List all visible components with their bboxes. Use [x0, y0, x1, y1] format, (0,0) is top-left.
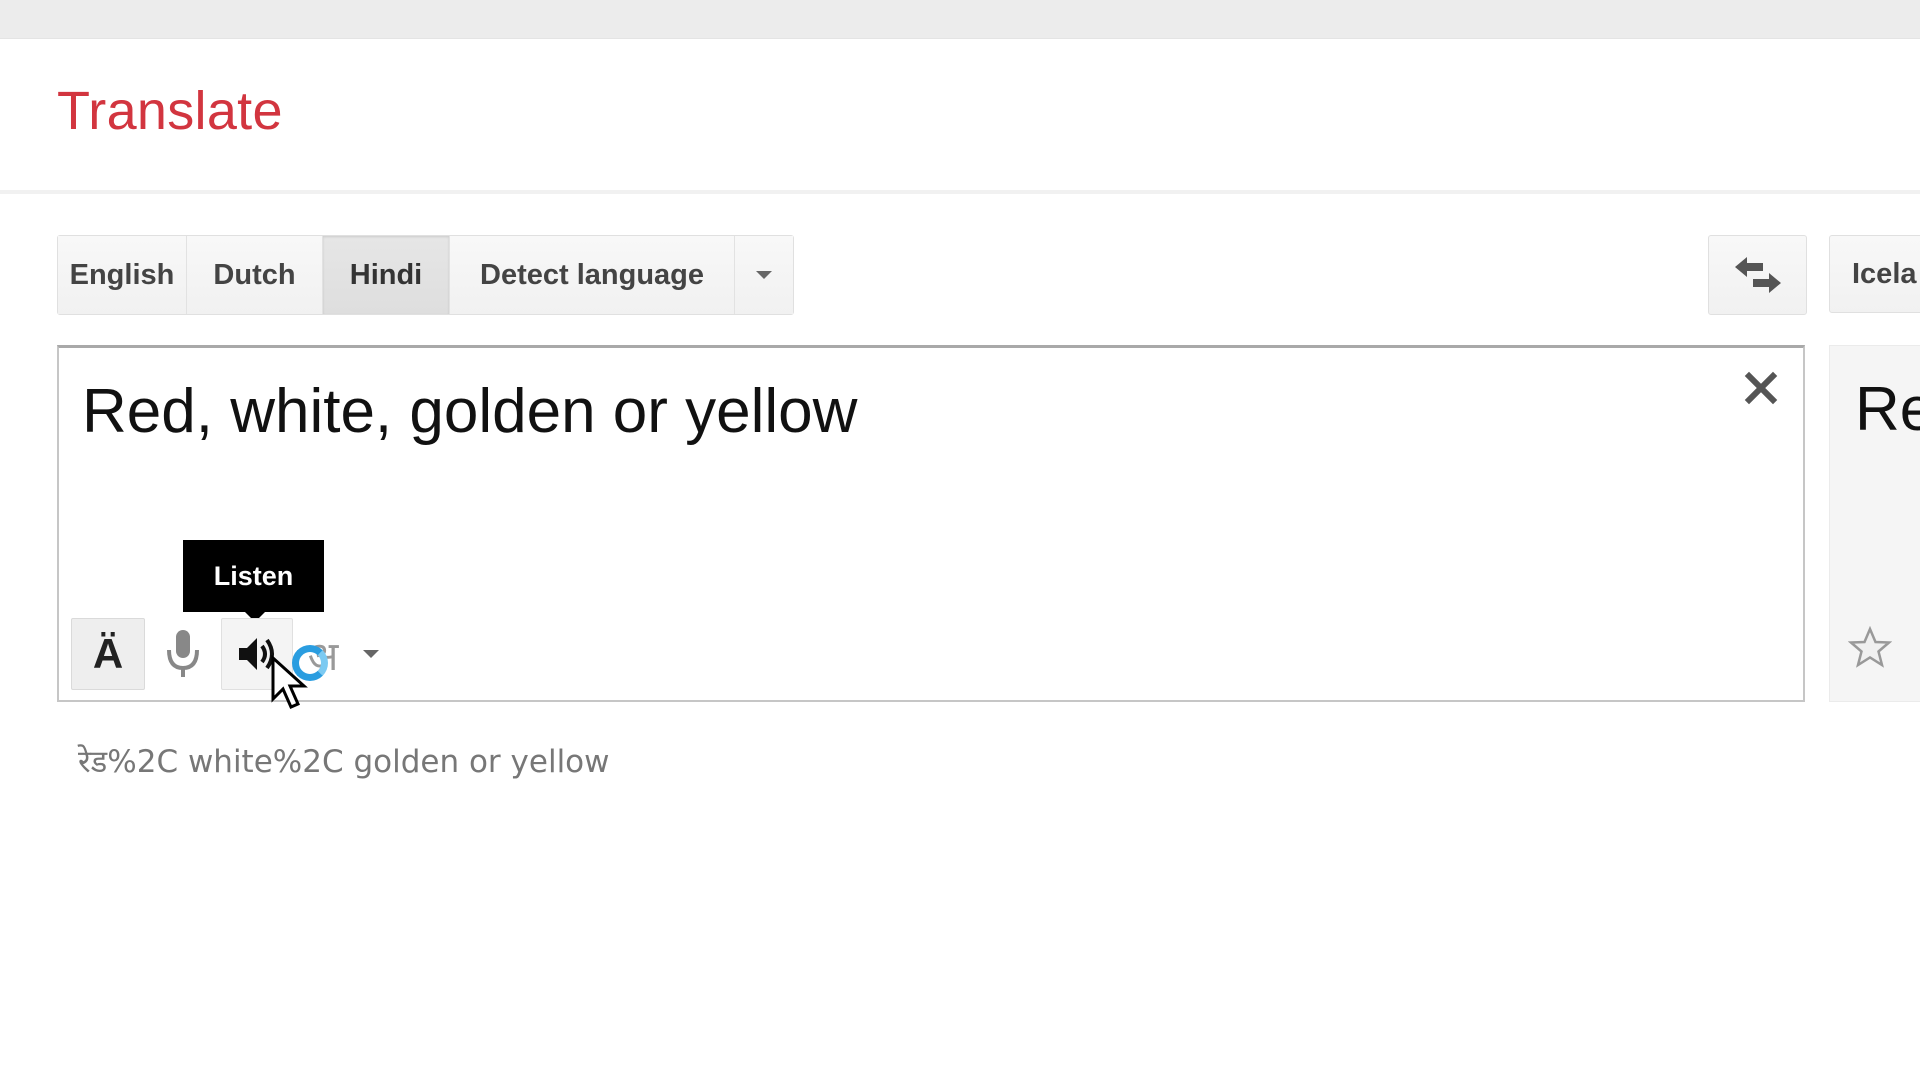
source-lang-english[interactable]: English [58, 236, 187, 314]
virtual-keyboard-button[interactable]: Ä [71, 618, 145, 690]
swap-languages-button[interactable] [1708, 235, 1807, 315]
source-language-bar: English Dutch Hindi Detect language [57, 235, 794, 315]
translation-output: Re [1829, 345, 1920, 702]
chevron-down-icon [756, 271, 772, 279]
header-divider [0, 190, 1920, 194]
source-lang-more-button[interactable] [735, 236, 793, 314]
microphone-button[interactable] [145, 619, 221, 689]
mouse-pointer-icon [271, 655, 308, 709]
keyboard-label: Ä [92, 630, 124, 677]
save-translation-button[interactable] [1847, 625, 1893, 675]
clear-button[interactable] [1743, 370, 1779, 406]
source-lang-dutch[interactable]: Dutch [187, 236, 323, 314]
microphone-icon [167, 630, 199, 677]
target-lang-icelandic[interactable]: Icela [1829, 235, 1920, 313]
browser-top-strip [0, 0, 1920, 39]
star-icon [1847, 625, 1893, 668]
source-lang-hindi[interactable]: Hindi [323, 236, 450, 314]
translation-text: Re [1855, 375, 1920, 444]
source-text[interactable]: Red, white, golden or yellow [82, 376, 857, 447]
input-tools-dropdown[interactable] [353, 619, 389, 689]
listen-tooltip: Listen [183, 540, 324, 622]
source-lang-detect[interactable]: Detect language [450, 236, 735, 314]
app-title: Translate [57, 81, 283, 141]
input-toolbar: Ä अ [71, 618, 389, 690]
chevron-down-icon [363, 650, 379, 658]
transliteration-text: रेड%2C white%2C golden or yellow [78, 744, 610, 780]
swap-arrows-icon [1734, 257, 1781, 293]
close-icon [1744, 371, 1778, 405]
